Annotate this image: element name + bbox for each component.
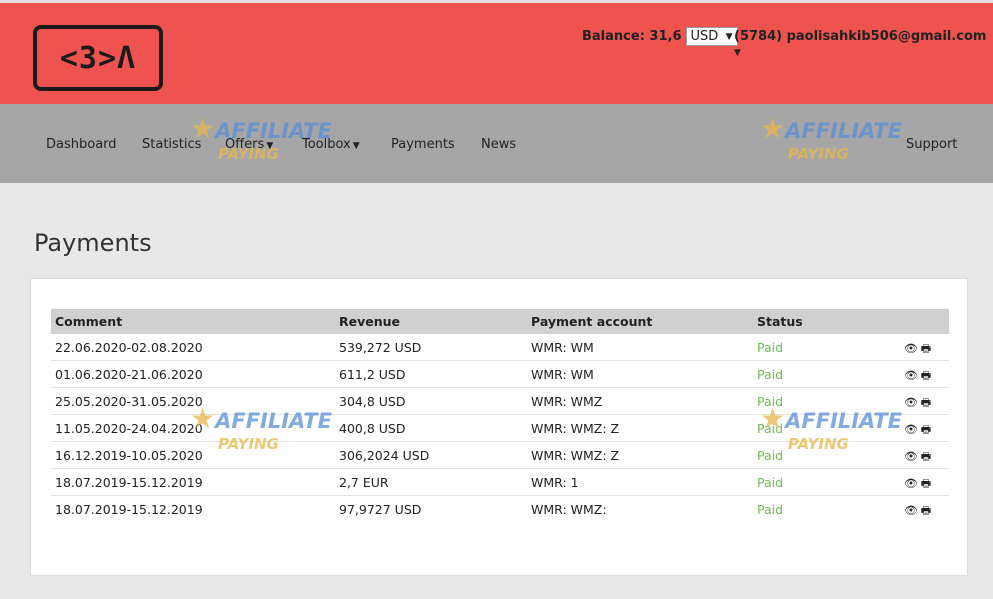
- row-account: WMR: WM: [527, 334, 753, 361]
- print-icon[interactable]: 🖶: [920, 505, 932, 516]
- row-revenue: 611,2 USD: [335, 360, 527, 388]
- currency-value: USD: [690, 29, 719, 44]
- row-account: WMR: WMZ: Z: [527, 414, 753, 442]
- row-comment: 16.12.2019-10.05.2020: [51, 441, 335, 469]
- eye-icon[interactable]: 👁: [904, 505, 918, 516]
- nav-toolbox-label: Toolbox: [302, 137, 351, 152]
- table-row: 11.05.2020-24.04.2020 400,8 USD WMR: WMZ…: [51, 414, 949, 442]
- row-comment: 18.07.2019-15.12.2019: [55, 501, 203, 517]
- row-account: WMR: 1: [527, 468, 753, 496]
- row-actions: 👁 🖶: [887, 414, 949, 442]
- row-revenue: 306,2024 USD: [335, 441, 527, 469]
- payments-card: Comment Revenue Payment account Status 2…: [30, 278, 968, 576]
- main-nav: Dashboard Statistics Offers ▼ Toolbox ▼ Pa…: [0, 104, 993, 183]
- row-status: Paid: [753, 334, 887, 361]
- payments-table: Comment Revenue Payment account Status 2…: [51, 309, 949, 522]
- nav-offers-label: Offers: [225, 137, 265, 152]
- row-revenue: 539,272 USD: [335, 334, 527, 361]
- chevron-down-icon: ▼: [266, 141, 274, 151]
- row-actions: 👁 🖶: [887, 387, 949, 415]
- table-row: 01.06.2020-21.06.2020 611,2 USD WMR: WM …: [51, 360, 949, 388]
- table-row: 25.05.2020-31.05.2020 304,8 USD WMR: WMZ…: [51, 387, 949, 415]
- nav-dashboard[interactable]: Dashboard: [46, 137, 117, 152]
- print-icon[interactable]: 🖶: [920, 424, 932, 435]
- row-revenue: 400,8 USD: [335, 414, 527, 442]
- print-icon[interactable]: 🖶: [920, 478, 932, 489]
- eye-icon[interactable]: 👁: [904, 343, 918, 354]
- site-logo[interactable]: <3>Λ: [33, 25, 163, 91]
- table-row: 18.07.2019-15.12.2019 97,9727 USD WMR: W…: [51, 496, 949, 523]
- print-icon[interactable]: 🖶: [920, 451, 932, 462]
- row-comment: 22.06.2020-02.08.2020: [51, 334, 335, 361]
- row-comment: 25.05.2020-31.05.2020: [51, 387, 335, 415]
- print-icon[interactable]: 🖶: [920, 370, 932, 381]
- nav-support[interactable]: Support: [906, 137, 957, 152]
- col-account: Payment account: [531, 314, 653, 329]
- chevron-down-icon: ▼: [352, 141, 360, 151]
- row-actions: 👁 🖶: [887, 360, 949, 388]
- account-label: (5784) paolisahkib506@gmail.com: [734, 29, 987, 44]
- row-status: Paid: [753, 468, 887, 496]
- nav-news[interactable]: News: [481, 137, 516, 152]
- row-account: WMR: WM: [527, 360, 753, 388]
- select-arrow-icon: ▼: [725, 31, 733, 42]
- balance-display: Balance: 31,6 USD ▼: [582, 27, 738, 46]
- eye-icon[interactable]: 👁: [904, 424, 918, 435]
- row-status: Paid: [753, 441, 887, 469]
- row-actions: 👁 🖶: [887, 334, 949, 361]
- col-comment: Comment: [55, 314, 123, 329]
- eye-icon[interactable]: 👁: [904, 478, 918, 489]
- currency-select[interactable]: USD ▼: [685, 27, 738, 46]
- eye-icon[interactable]: 👁: [904, 451, 918, 462]
- table-row: 16.12.2019-10.05.2020 306,2024 USD WMR: …: [51, 441, 949, 469]
- row-comment: 11.05.2020-24.04.2020: [51, 414, 335, 442]
- row-actions: 👁 🖶: [887, 496, 949, 523]
- row-revenue: 97,9727 USD: [339, 501, 422, 517]
- row-account: WMR: WMZ: Z: [527, 441, 753, 469]
- row-status: Paid: [753, 387, 887, 415]
- row-account: WMR: WMZ: [527, 387, 753, 415]
- chevron-down-icon: ▼: [734, 48, 741, 58]
- col-status: Status: [757, 314, 803, 329]
- col-actions: [887, 309, 949, 334]
- table-header-row: Comment Revenue Payment account Status: [51, 309, 949, 334]
- col-revenue: Revenue: [339, 314, 401, 329]
- eye-icon[interactable]: 👁: [904, 397, 918, 408]
- row-comment: 01.06.2020-21.06.2020: [51, 360, 335, 388]
- row-account: WMR: WMZ:: [531, 501, 607, 517]
- eye-icon[interactable]: 👁: [904, 370, 918, 381]
- row-status: Paid: [753, 414, 887, 442]
- nav-payments[interactable]: Payments: [391, 137, 455, 152]
- table-row: 22.06.2020-02.08.2020 539,272 USD WMR: W…: [51, 334, 949, 361]
- nav-toolbox[interactable]: Toolbox ▼: [302, 137, 360, 152]
- nav-statistics[interactable]: Statistics: [142, 137, 201, 152]
- page-title: Payments: [34, 229, 152, 257]
- print-icon[interactable]: 🖶: [920, 397, 932, 408]
- table-row: 18.07.2019-15.12.2019 2,7 EUR WMR: 1 Pai…: [51, 468, 949, 496]
- account-menu[interactable]: (5784) paolisahkib506@gmail.com ▼: [734, 29, 993, 59]
- top-header: <3>Λ Balance: 31,6 USD ▼ (5784) paolisah…: [0, 0, 993, 104]
- print-icon[interactable]: 🖶: [920, 343, 932, 354]
- row-actions: 👁 🖶: [887, 468, 949, 496]
- row-revenue: 2,7 EUR: [335, 468, 527, 496]
- row-revenue: 304,8 USD: [335, 387, 527, 415]
- row-status: Paid: [753, 360, 887, 388]
- balance-label: Balance: 31,6: [582, 29, 682, 44]
- row-status: Paid: [757, 501, 784, 517]
- row-comment: 18.07.2019-15.12.2019: [51, 468, 335, 496]
- row-actions: 👁 🖶: [887, 441, 949, 469]
- nav-offers[interactable]: Offers ▼: [225, 137, 273, 152]
